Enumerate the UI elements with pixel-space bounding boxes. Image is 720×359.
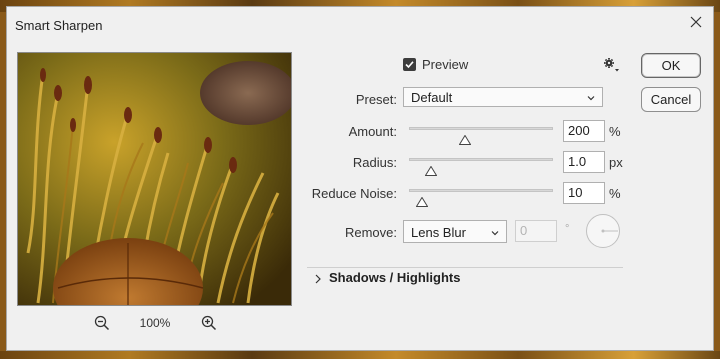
zoom-in-icon[interactable] <box>200 314 218 332</box>
amount-label: Amount: <box>348 124 397 139</box>
zoom-bar: 100% <box>17 314 292 334</box>
chevron-down-icon <box>490 226 500 241</box>
title-bar: Smart Sharpen <box>7 7 713 37</box>
radius-label: Radius: <box>352 155 397 170</box>
amount-slider-thumb[interactable] <box>458 132 472 145</box>
reduce-noise-label: Reduce Noise: <box>311 186 397 201</box>
amount-input[interactable]: 200 <box>563 120 605 142</box>
preset-label: Preset: <box>355 92 397 107</box>
radius-slider-thumb[interactable] <box>424 163 438 176</box>
remove-value: Lens Blur <box>411 225 466 240</box>
preview-label: Preview <box>422 57 469 72</box>
degree-symbol: ° <box>565 223 570 235</box>
reduce-noise-unit: % <box>609 186 621 201</box>
section-label: Shadows / Highlights <box>329 270 461 285</box>
cancel-button[interactable]: Cancel <box>641 87 701 112</box>
preset-select[interactable]: Default <box>403 87 603 107</box>
remove-label: Remove: <box>344 225 397 240</box>
angle-dial[interactable] <box>585 213 621 249</box>
reduce-noise-slider[interactable] <box>409 189 553 192</box>
reduce-noise-slider-thumb[interactable] <box>415 194 429 207</box>
section-divider <box>307 267 623 268</box>
zoom-out-icon[interactable] <box>93 314 111 332</box>
smart-sharpen-dialog: Smart Sharpen 100% Preview OK Cancel Pre… <box>6 6 714 351</box>
preview-checkbox[interactable] <box>403 58 416 71</box>
preset-value: Default <box>411 90 453 105</box>
background-image-bottom <box>0 351 720 359</box>
remove-select[interactable]: Lens Blur <box>403 220 507 243</box>
close-icon[interactable] <box>687 13 705 31</box>
radius-unit: px <box>609 155 623 170</box>
angle-input[interactable]: 0 <box>515 220 557 242</box>
chevron-right-icon[interactable] <box>313 272 323 290</box>
amount-unit: % <box>609 124 621 139</box>
preview-image[interactable] <box>17 52 292 306</box>
gear-icon[interactable] <box>603 57 621 73</box>
zoom-level: 100% <box>139 316 171 330</box>
chevron-down-icon <box>586 91 596 106</box>
radius-slider[interactable] <box>409 158 553 161</box>
amount-slider[interactable] <box>409 127 553 130</box>
dialog-title: Smart Sharpen <box>15 18 103 33</box>
radius-input[interactable]: 1.0 <box>563 151 605 173</box>
reduce-noise-input[interactable]: 10 <box>563 182 605 204</box>
ok-button[interactable]: OK <box>641 53 701 78</box>
